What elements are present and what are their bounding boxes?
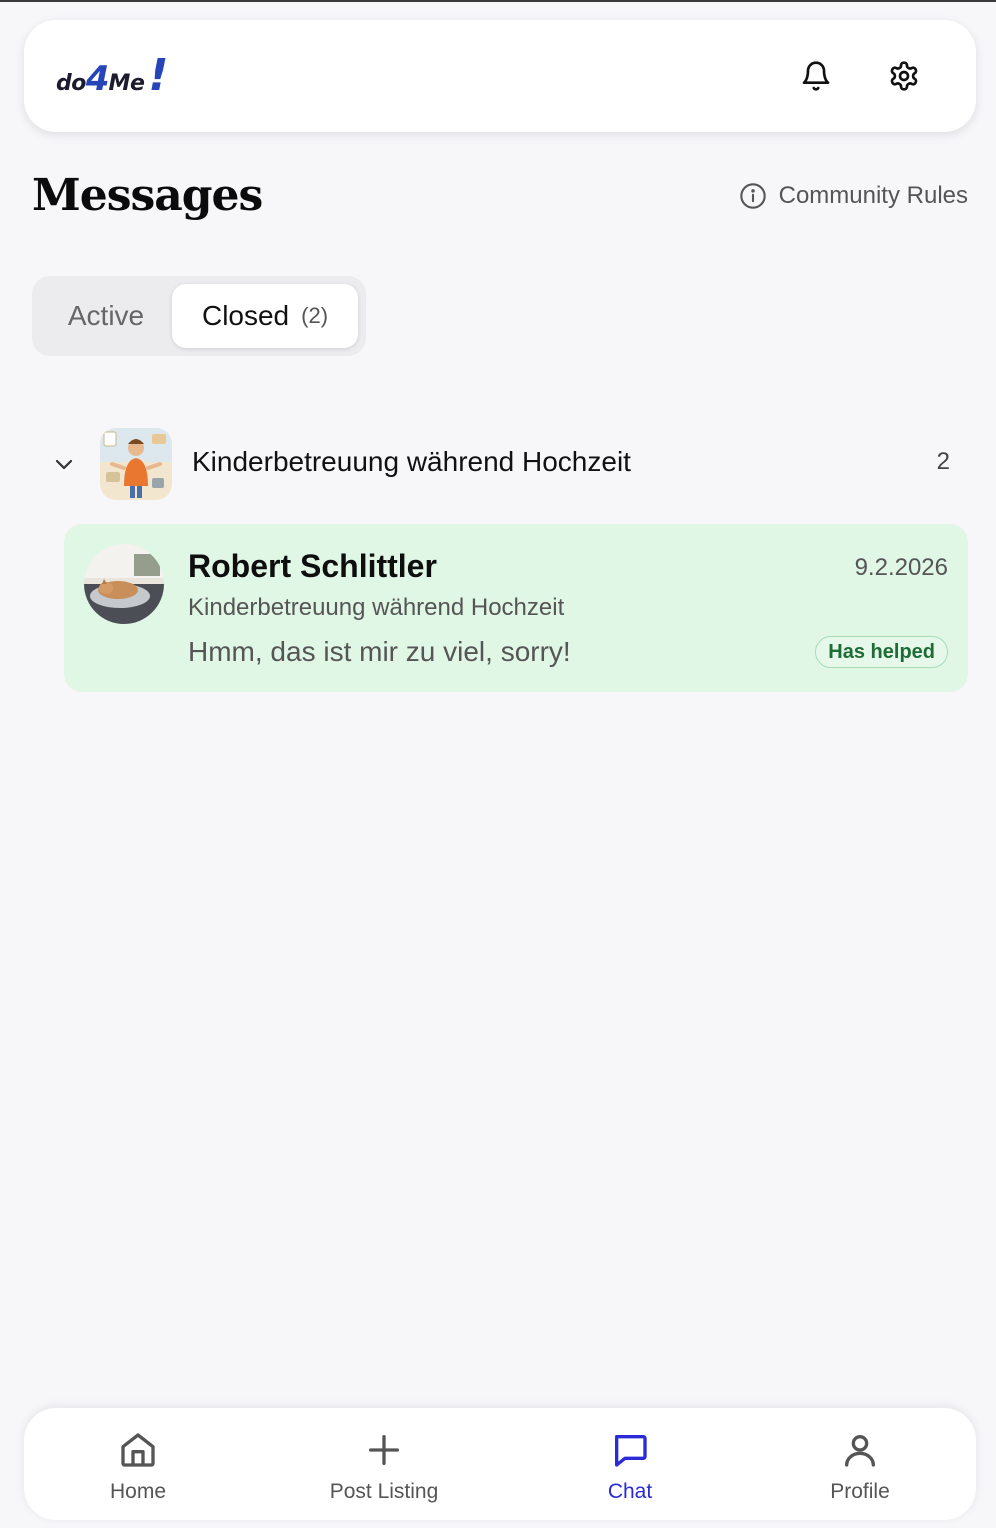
chevron-down-icon xyxy=(55,459,73,470)
community-rules-label: Community Rules xyxy=(778,182,968,209)
info-icon xyxy=(739,183,766,209)
status-tabs: Active Closed (2) xyxy=(32,276,366,356)
listing-group-header[interactable]: Kinderbetreuung während Hochzeit 2 xyxy=(32,402,968,526)
settings-button[interactable] xyxy=(882,54,926,98)
tab-active-label: Active xyxy=(67,300,145,331)
notifications-button[interactable] xyxy=(794,54,838,98)
conversation-date: 9.2.2026 xyxy=(854,554,948,581)
nav-post-listing-label: Post Listing xyxy=(329,1480,439,1503)
gear-icon xyxy=(890,61,918,91)
avatar xyxy=(84,544,164,624)
logo-part-4: 4 xyxy=(85,59,110,99)
plus-icon xyxy=(369,1435,399,1465)
nav-chat[interactable]: Chat xyxy=(540,1408,720,1520)
tab-closed-count: (2) xyxy=(301,303,329,328)
conversation-card[interactable]: Robert Schlittler 9.2.2026 Kinderbetreuu… xyxy=(64,524,968,692)
logo-part-me: Me xyxy=(108,71,145,96)
home-icon xyxy=(121,1433,155,1467)
listing-group-title: Kinderbetreuung während Hochzeit xyxy=(192,446,631,477)
nav-profile[interactable]: Profile xyxy=(770,1408,950,1520)
last-message-preview: Hmm, das ist mir zu viel, sorry! xyxy=(188,636,571,667)
logo-part-exclaim: ! xyxy=(148,50,169,101)
logo-part-do: do xyxy=(56,71,86,96)
do4me-logo[interactable]: do 4 Me ! xyxy=(56,50,168,102)
page-title: Messages xyxy=(32,170,263,221)
conversation-subject: Kinderbetreuung während Hochzeit xyxy=(188,594,565,621)
top-header: do 4 Me ! xyxy=(24,20,976,132)
user-icon xyxy=(845,1435,875,1467)
nav-home[interactable]: Home xyxy=(48,1408,228,1520)
tab-closed[interactable]: Closed (2) xyxy=(172,284,358,348)
listing-group-count: 2 xyxy=(936,448,950,475)
bell-icon xyxy=(802,61,830,91)
tab-closed-label: Closed xyxy=(201,300,290,331)
sender-name: Robert Schlittler xyxy=(188,548,437,584)
tab-active[interactable]: Active xyxy=(40,284,172,348)
nav-chat-label: Chat xyxy=(607,1480,653,1503)
nav-home-label: Home xyxy=(109,1480,167,1503)
bottom-navigation: Home Post Listing Chat Profile xyxy=(24,1408,976,1520)
community-rules-link[interactable]: Community Rules xyxy=(739,178,968,214)
nav-profile-label: Profile xyxy=(830,1480,890,1503)
app-screen: do 4 Me ! Messages Community Rules Activ… xyxy=(0,0,996,1528)
listing-thumbnail xyxy=(100,428,172,500)
nav-post-listing[interactable]: Post Listing xyxy=(294,1408,474,1520)
chat-icon xyxy=(615,1435,647,1467)
status-badge: Has helped xyxy=(815,636,948,668)
